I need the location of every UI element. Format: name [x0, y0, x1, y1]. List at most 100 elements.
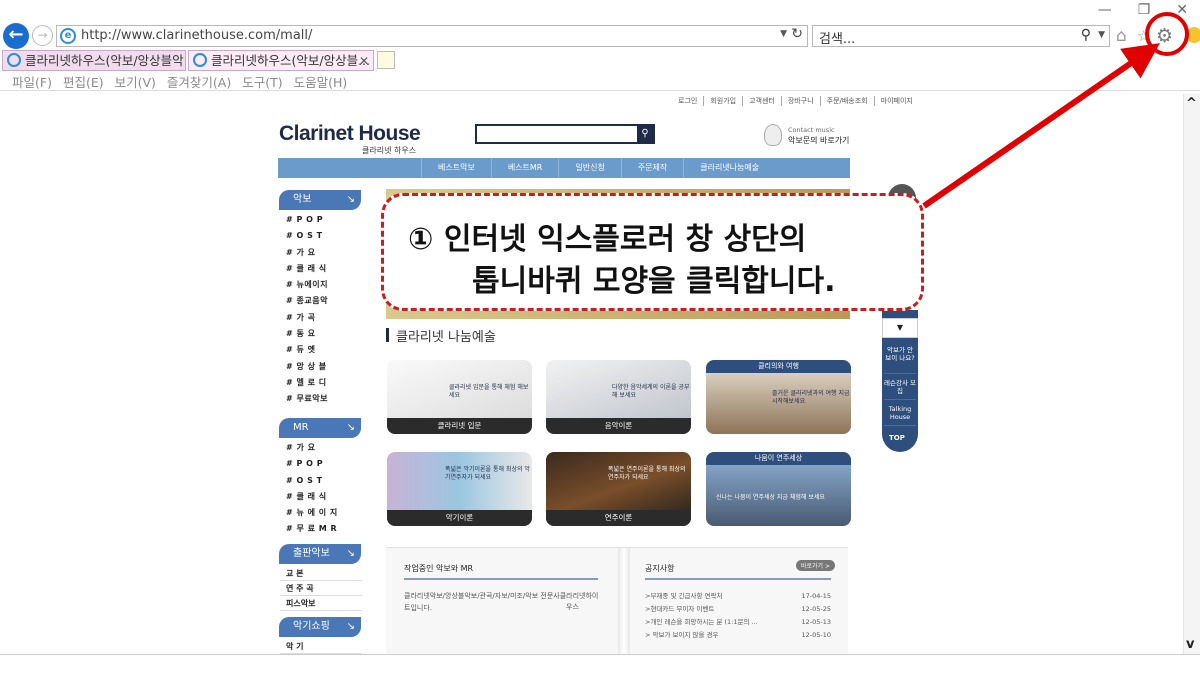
- login-link[interactable]: 로그인: [678, 96, 705, 106]
- lnb-item[interactable]: # 종교음악: [286, 293, 328, 309]
- quick-scroll-down-icon[interactable]: ▼: [882, 318, 918, 338]
- lnb-item[interactable]: 연 주 곡: [280, 581, 362, 596]
- section-title: 클라리넷 나눔예술: [386, 326, 496, 345]
- menu-file[interactable]: 파일(F): [12, 72, 52, 91]
- lnb-item[interactable]: # P O P: [286, 456, 338, 472]
- site-search-input[interactable]: ⚲: [475, 124, 655, 144]
- utility-links: 로그인 회원가입 고객센터 장바구니 주문/배송조회 마이페이지: [678, 96, 919, 106]
- lnb-item[interactable]: # 듀 엣: [286, 342, 328, 358]
- scroll-down-icon[interactable]: v: [1186, 637, 1194, 652]
- lnb-item[interactable]: # 가 요: [286, 245, 328, 261]
- thumb-instrument[interactable]: 폭넓은 악기이론을 통해 최상의 악기연주자가 되세요 악기이론: [387, 452, 532, 526]
- notice-item-title[interactable]: >부재중 및 긴급사항 연락처: [645, 592, 722, 600]
- thumb-performance[interactable]: 폭넓은 연주이론을 통해 최상의 연주자가 되세요 연주이론: [546, 452, 691, 526]
- status-divider: [0, 654, 1200, 655]
- tab-clarinethouse-1[interactable]: 클라리넷하우스(악보/앙상블악...: [2, 50, 186, 71]
- thumb-travel[interactable]: 클리의와 여행 즐거운 클라리넷과의 여행 지금 시작해보세요: [706, 360, 851, 434]
- notice-item[interactable]: >개인 레슨을 희망하시는 분 (1:1문의 ... 12-05-13: [645, 616, 831, 629]
- cart-link[interactable]: 장바구니: [788, 96, 821, 106]
- notice-item[interactable]: > 악보가 보이지 않을 경우 12-05-10: [645, 629, 831, 642]
- lnb-item[interactable]: 교 본: [280, 566, 362, 581]
- thumb-ensemble[interactable]: 나뭄이 연주세상 신나는 나뭄이 연주세상 지금 체험해 보세요: [706, 452, 851, 526]
- support-link[interactable]: 고객센터: [749, 96, 782, 106]
- thumb-label: 연주이론: [546, 510, 691, 526]
- gnb-sharing[interactable]: 클라리넷나눔예술: [683, 158, 775, 178]
- contact-link[interactable]: 악보문의 바로가기: [788, 135, 849, 146]
- quick-sheet-help[interactable]: 악보가 안 보이 나요?: [884, 344, 916, 374]
- notice-item[interactable]: >부재중 및 긴급사항 연락처 17-04-15: [645, 590, 831, 603]
- address-bar[interactable]: e http://www.clarinethouse.com/mall/ ▼ ↻: [56, 25, 808, 47]
- lnb-mr-header[interactable]: MR ↘: [279, 418, 361, 438]
- notice-item-title[interactable]: >개인 레슨을 희망하시는 분 (1:1문의 ...: [645, 618, 758, 626]
- lnb-publish-header[interactable]: 출판악보 ↘: [279, 544, 361, 564]
- instruction-callout: ① 인터넷 익스플로러 창 상단의 톱니바퀴 모양을 클릭합니다.: [381, 193, 924, 311]
- quick-menu: ▼ 악보가 안 보이 나요? 레슨강사 모집 Talking House TOP: [882, 310, 918, 452]
- search-dropdown-icon[interactable]: ▼: [1098, 30, 1105, 40]
- lnb-shop-header[interactable]: 악기쇼핑 ↘: [279, 617, 361, 637]
- tab-clarinethouse-2[interactable]: 클라리넷하우스(악보/앙상블... ✕: [188, 50, 374, 71]
- lnb-item[interactable]: # 뉴에이지: [286, 277, 328, 293]
- arrow-icon: ↘: [346, 422, 355, 433]
- minimize-button[interactable]: —: [1098, 2, 1112, 18]
- menu-help[interactable]: 도움말(H): [294, 72, 348, 91]
- site-search-icon[interactable]: ⚲: [637, 126, 653, 142]
- menu-favorites[interactable]: 즐겨찾기(A): [167, 72, 231, 91]
- instruction-line-2: 톱니바퀴 모양을 클릭합니다.: [472, 264, 836, 299]
- lnb-item[interactable]: # 동 요: [286, 326, 328, 342]
- address-dropdown-icon[interactable]: ▼: [780, 29, 787, 39]
- quick-talking[interactable]: Talking House: [884, 402, 916, 426]
- menu-edit[interactable]: 편집(E): [63, 72, 104, 91]
- arrow-icon: ↘: [346, 194, 355, 205]
- scroll-up-icon[interactable]: ^: [1186, 96, 1197, 111]
- tab-label: 클라리넷하우스(악보/앙상블...: [211, 53, 371, 68]
- quick-top-button[interactable]: TOP: [889, 434, 905, 442]
- back-arrow-icon[interactable]: ←: [3, 23, 29, 49]
- lnb-header-label: 출판악보: [293, 548, 330, 559]
- lnb-item[interactable]: # 가 요: [286, 440, 338, 456]
- site-logo[interactable]: Clarinet House: [279, 122, 421, 146]
- address-url[interactable]: http://www.clarinethouse.com/mall/: [81, 28, 312, 43]
- gnb-custom[interactable]: 주문제작: [620, 158, 683, 178]
- lnb-sheet-header[interactable]: 악보 ↘: [279, 190, 361, 210]
- forward-arrow-icon[interactable]: →: [32, 25, 53, 46]
- lnb-item[interactable]: # 클 래 식: [286, 489, 338, 505]
- mypage-link[interactable]: 마이페이지: [881, 96, 919, 106]
- lnb-item[interactable]: # 앙 상 블: [286, 359, 328, 375]
- refresh-icon[interactable]: ↻: [791, 26, 803, 42]
- lnb-item[interactable]: # 클 래 식: [286, 261, 328, 277]
- lnb-item[interactable]: # O S T: [286, 228, 328, 244]
- gnb-best-sheet[interactable]: 베스트악보: [421, 158, 491, 178]
- lnb-item[interactable]: # 무료악보: [286, 391, 328, 407]
- search-input[interactable]: 검색... ⚲ ▼: [812, 25, 1110, 47]
- lnb-item[interactable]: # P O P: [286, 212, 328, 228]
- lnb-item[interactable]: 악 기: [280, 639, 362, 654]
- notice-item-title[interactable]: >현대카드 무이자 이벤트: [645, 605, 714, 613]
- thumb-intro[interactable]: 클라리넷 입문을 통해 체험 해보세요 클라리넷 입문: [387, 360, 532, 434]
- magnifier-icon[interactable]: ⚲: [1081, 27, 1091, 43]
- lnb-item[interactable]: 피스악보: [280, 596, 362, 611]
- orders-link[interactable]: 주문/배송조회: [827, 96, 875, 106]
- thumb-theory[interactable]: 다양한 음악세계의 이론을 공부해 보세요 음악이론: [546, 360, 691, 434]
- gnb-best-mr[interactable]: 베스트MR: [490, 158, 559, 178]
- notice-item[interactable]: >현대카드 무이자 이벤트 12-05-25: [645, 603, 831, 616]
- home-icon[interactable]: ⌂: [1116, 26, 1127, 46]
- instruction-line-1: ① 인터넷 익스플로러 창 상단의: [408, 222, 807, 257]
- lnb-item[interactable]: # 가 곡: [286, 310, 328, 326]
- notice-more-button[interactable]: 바로가기 >: [796, 560, 836, 571]
- lnb-item[interactable]: # 뉴 에 이 지: [286, 505, 338, 521]
- lnb-item[interactable]: # 멜 로 디: [286, 375, 328, 391]
- lnb-item[interactable]: # O S T: [286, 473, 338, 489]
- thumb-caption: 폭넓은 악기이론을 통해 최상의 악기연주자가 되세요: [445, 466, 530, 481]
- quick-teacher[interactable]: 레슨강사 모집: [884, 376, 916, 400]
- gnb-request[interactable]: 일반신청: [558, 158, 620, 178]
- menu-view[interactable]: 보기(V): [115, 72, 156, 91]
- vertical-scrollbar[interactable]: ^ v: [1183, 94, 1200, 654]
- lnb-item[interactable]: # 무 료 M R: [286, 521, 338, 537]
- notice-item-title[interactable]: > 악보가 보이지 않을 경우: [645, 631, 719, 639]
- restore-button[interactable]: ❐: [1138, 2, 1151, 18]
- close-tab-icon[interactable]: ✕: [359, 51, 369, 70]
- new-tab-button[interactable]: [377, 51, 395, 69]
- menu-tools[interactable]: 도구(T): [242, 72, 282, 91]
- lnb-shop-list: 악 기: [280, 639, 362, 654]
- signup-link[interactable]: 회원가입: [710, 96, 744, 106]
